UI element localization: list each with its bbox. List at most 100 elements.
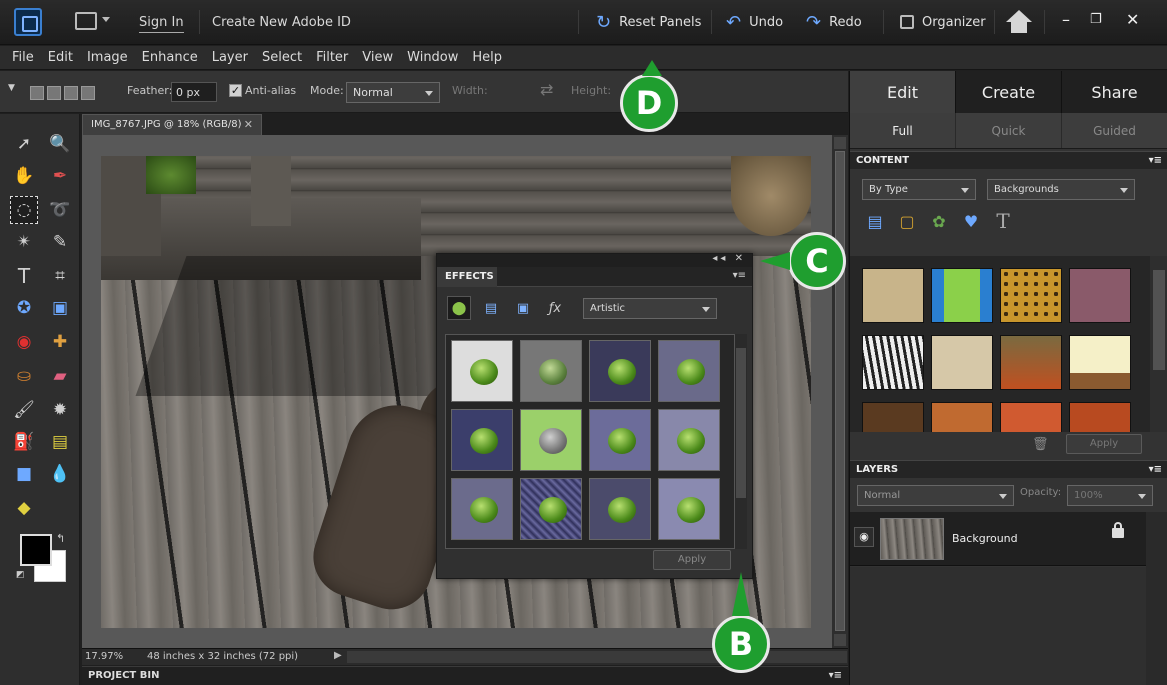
feather-input[interactable]: 0 px xyxy=(171,82,217,102)
effects-scrollbar[interactable] xyxy=(735,334,747,549)
lasso-tool-icon[interactable]: ➰ xyxy=(46,196,74,224)
eyedropper-tool-icon[interactable]: ✒ xyxy=(46,162,74,190)
content-apply-button[interactable]: Apply xyxy=(1066,434,1142,454)
panel-drag-strip[interactable]: ◂◂ ✕ xyxy=(437,253,752,267)
menu-file[interactable]: File xyxy=(0,50,41,65)
quick-selection-tool-icon[interactable]: ✎ xyxy=(46,228,74,256)
gradient-tool-icon[interactable]: ▤ xyxy=(46,428,74,456)
marquee-tool-icon[interactable]: ◌ xyxy=(10,196,38,224)
graphics-icon[interactable]: ✿ xyxy=(928,210,950,232)
reset-panels-button[interactable]: ↻ Reset Panels xyxy=(596,8,701,36)
panel-menu-icon[interactable]: ▾≡ xyxy=(1149,464,1162,475)
content-thumbnail[interactable] xyxy=(1069,335,1131,390)
effects-apply-button[interactable]: Apply xyxy=(653,550,731,570)
layers-scrollbar[interactable] xyxy=(1146,512,1167,685)
swap-colors-icon[interactable]: ↰ xyxy=(56,532,65,545)
app-logo-icon[interactable] xyxy=(14,8,42,36)
content-thumbnail[interactable] xyxy=(1069,402,1131,432)
move-tool-icon[interactable]: ➚ xyxy=(10,130,38,158)
effect-thumbnail[interactable] xyxy=(589,340,651,402)
fx-icon[interactable]: ƒx xyxy=(543,296,567,320)
cookie-cutter-tool-icon[interactable]: ✪ xyxy=(10,294,38,322)
menu-enhance[interactable]: Enhance xyxy=(135,50,205,65)
effect-thumbnail[interactable] xyxy=(451,478,513,540)
frames-icon[interactable]: ▢ xyxy=(896,210,918,232)
tab-share[interactable]: Share xyxy=(1062,71,1167,113)
document-tab[interactable]: IMG_8767.JPG @ 18% (RGB/8) ✕ xyxy=(82,114,262,135)
type-tool-icon[interactable]: T xyxy=(10,262,38,290)
new-selection-icon[interactable] xyxy=(30,86,44,100)
collapse-panel-icon[interactable]: ◂◂ xyxy=(712,253,728,264)
canvas-vertical-scrollbar[interactable] xyxy=(832,135,848,648)
anti-alias-checkbox[interactable]: ✓ xyxy=(229,84,242,97)
content-thumbnail[interactable] xyxy=(862,335,924,390)
effect-thumbnail[interactable] xyxy=(520,409,582,471)
crop-tool-icon[interactable]: ⌗ xyxy=(46,262,74,290)
status-menu-arrow-icon[interactable]: ▶ xyxy=(334,650,344,664)
paint-bucket-tool-icon[interactable]: ⛽ xyxy=(10,428,38,456)
swap-dimensions-icon[interactable]: ⇄ xyxy=(540,80,553,99)
tab-quick-edit[interactable]: Quick xyxy=(956,113,1062,148)
content-thumbnail[interactable] xyxy=(931,268,993,323)
close-icon[interactable]: ✕ xyxy=(1126,10,1139,29)
foreground-color-swatch[interactable] xyxy=(20,534,52,566)
tab-create[interactable]: Create xyxy=(956,71,1062,113)
red-eye-tool-icon[interactable]: ◉ xyxy=(10,328,38,356)
layer-styles-icon[interactable]: ▤ xyxy=(479,296,503,320)
close-document-icon[interactable]: ✕ xyxy=(244,118,253,131)
undo-button[interactable]: ↶ Undo xyxy=(726,8,783,36)
blur-tool-icon[interactable]: 💧 xyxy=(46,460,74,488)
intersect-selection-icon[interactable] xyxy=(81,86,95,100)
content-sort-dropdown[interactable]: By Type xyxy=(862,179,976,200)
tab-guided-edit[interactable]: Guided xyxy=(1062,113,1167,148)
content-thumbnail[interactable] xyxy=(862,268,924,323)
content-category-dropdown[interactable]: Backgrounds xyxy=(987,179,1135,200)
effect-thumbnail[interactable] xyxy=(658,340,720,402)
workspace-dropdown-caret-icon[interactable] xyxy=(102,17,110,22)
content-thumbnail[interactable] xyxy=(1000,402,1062,432)
effect-thumbnail[interactable] xyxy=(658,409,720,471)
shapes-icon[interactable]: ♥ xyxy=(960,210,982,232)
content-panel-header[interactable]: CONTENT ▾≡ xyxy=(850,151,1167,169)
effect-thumbnail[interactable] xyxy=(589,409,651,471)
workspace-icon[interactable] xyxy=(75,12,97,30)
filters-icon[interactable]: ⬤ xyxy=(447,296,471,320)
photo-effects-icon[interactable]: ▣ xyxy=(511,296,535,320)
menu-view[interactable]: View xyxy=(355,50,400,65)
organizer-button[interactable]: Organizer xyxy=(900,8,986,36)
content-thumbnail[interactable] xyxy=(1000,335,1062,390)
smart-brush-tool-icon[interactable]: ✹ xyxy=(46,396,74,424)
healing-brush-tool-icon[interactable]: ✚ xyxy=(46,328,74,356)
close-panel-icon[interactable]: ✕ xyxy=(735,253,746,264)
menu-edit[interactable]: Edit xyxy=(41,50,80,65)
straighten-tool-icon[interactable]: ▣ xyxy=(46,294,74,322)
tab-full-edit[interactable]: Full xyxy=(850,113,956,148)
backgrounds-icon[interactable]: ▤ xyxy=(864,210,886,232)
panel-menu-icon[interactable]: ▾≡ xyxy=(829,670,842,681)
effect-thumbnail[interactable] xyxy=(520,340,582,402)
canvas-horizontal-scrollbar[interactable] xyxy=(347,651,847,663)
effect-thumbnail[interactable] xyxy=(451,340,513,402)
home-icon[interactable] xyxy=(1006,10,1032,34)
layer-visibility-eye-icon[interactable]: ◉ xyxy=(854,527,874,547)
layer-row[interactable]: ◉ Background xyxy=(850,512,1146,566)
content-thumbnail[interactable] xyxy=(931,402,993,432)
menu-layer[interactable]: Layer xyxy=(205,50,255,65)
content-thumbnail[interactable] xyxy=(931,335,993,390)
opacity-dropdown[interactable]: 100% xyxy=(1067,485,1153,506)
content-scrollbar[interactable] xyxy=(1150,256,1167,432)
content-thumbnail[interactable] xyxy=(862,402,924,432)
trash-icon[interactable]: 🗑 xyxy=(1032,437,1049,452)
menu-select[interactable]: Select xyxy=(255,50,309,65)
content-thumbnail[interactable] xyxy=(1000,268,1062,323)
sponge-tool-icon[interactable]: ◆ xyxy=(10,494,38,522)
minimize-icon[interactable]: – xyxy=(1062,10,1070,29)
menu-filter[interactable]: Filter xyxy=(309,50,355,65)
shape-tool-icon[interactable]: ■ xyxy=(10,460,38,488)
panel-menu-icon[interactable]: ▾≡ xyxy=(1149,155,1162,166)
magic-wand-tool-icon[interactable]: ✴ xyxy=(10,228,38,256)
effects-tab[interactable]: EFFECTS xyxy=(437,267,497,287)
menu-window[interactable]: Window xyxy=(400,50,465,65)
effect-thumbnail[interactable] xyxy=(589,478,651,540)
effect-thumbnail[interactable] xyxy=(658,478,720,540)
